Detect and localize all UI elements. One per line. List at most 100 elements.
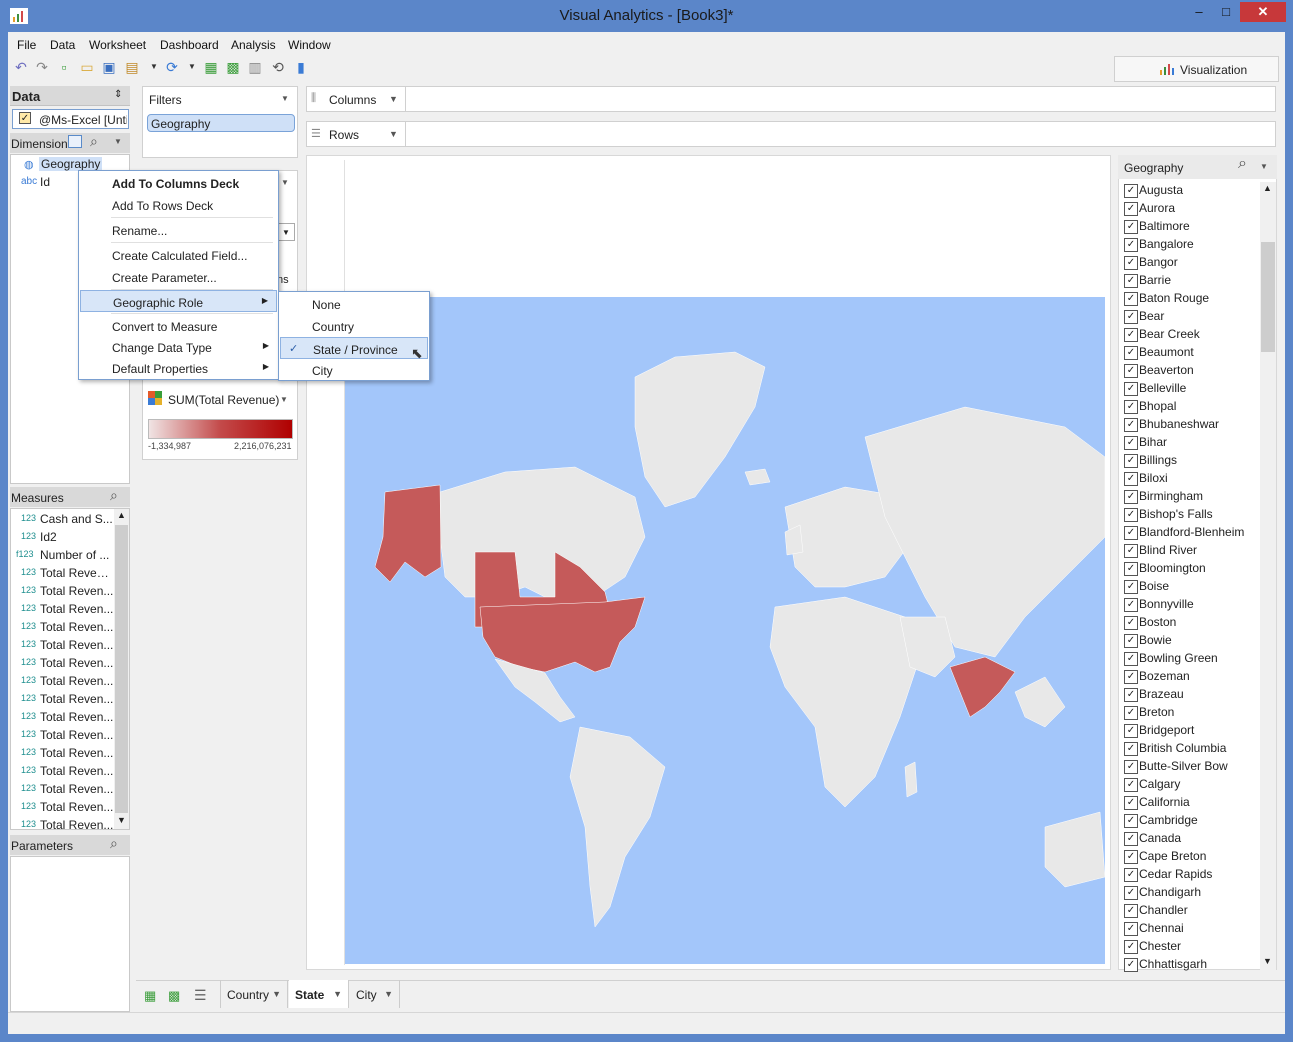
geography-filter-item[interactable]: ✓ Biloxi <box>1124 470 1256 488</box>
measure-item[interactable]: 123 Total Reven... <box>11 600 115 618</box>
menu-geographic-role[interactable]: Geographic Role ▶ <box>80 290 277 312</box>
measure-item[interactable]: 123 Total Reven... <box>11 798 115 816</box>
menu-create-parameter[interactable]: Create Parameter... <box>80 266 277 288</box>
checkbox-icon[interactable]: ✓ <box>1124 850 1138 864</box>
search-icon[interactable]: ⌕ <box>1238 155 1247 173</box>
geography-filter-item[interactable]: ✓ Chhattisgarh <box>1124 956 1256 974</box>
datasource-icon[interactable]: ▤ <box>123 58 141 76</box>
menu-window[interactable]: Window <box>288 38 331 52</box>
measure-item[interactable]: 123 Total Reven... <box>11 618 115 636</box>
search-icon[interactable]: ⌕ <box>90 133 98 150</box>
tab-state[interactable]: State ▼ <box>289 980 349 1008</box>
dropdown-arrow-icon[interactable]: ▼ <box>333 989 342 999</box>
geography-filter-item[interactable]: ✓ Blind River <box>1124 542 1256 560</box>
menu-default-properties[interactable]: Default Properties ▶ <box>80 357 277 379</box>
checkbox-icon[interactable]: ✓ <box>1124 274 1138 288</box>
measure-item[interactable]: 123 Total Reven... <box>11 582 115 600</box>
geography-filter-item[interactable]: ✓ Bangalore <box>1124 236 1256 254</box>
measure-item[interactable]: 123 Total Revenue <box>11 564 115 582</box>
geography-filter-item[interactable]: ✓ Birmingham <box>1124 488 1256 506</box>
maximize-button[interactable]: □ <box>1213 2 1239 22</box>
geography-filter-item[interactable]: ✓ Cedar Rapids <box>1124 866 1256 884</box>
geography-filter-item[interactable]: ✓ Bonnyville <box>1124 596 1256 614</box>
checkbox-icon[interactable]: ✓ <box>1124 886 1138 900</box>
checkbox-icon[interactable]: ✓ <box>1124 616 1138 630</box>
new-worksheet-icon[interactable]: ▦ <box>144 988 156 1004</box>
geography-filter-item[interactable]: ✓ Belleville <box>1124 380 1256 398</box>
checkbox-icon[interactable]: ✓ <box>1124 580 1138 594</box>
dropdown-arrow-icon[interactable]: ▼ <box>183 58 201 76</box>
geography-filter-item[interactable]: ✓ Billings <box>1124 452 1256 470</box>
role-state-province[interactable]: ✓ State / Province ⬉ <box>280 337 428 361</box>
checkbox-icon[interactable]: ✓ <box>1124 184 1138 198</box>
rows-shelf[interactable]: ☰ Rows ▼ <box>306 121 1276 147</box>
geography-filter-item[interactable]: ✓ Bhopal <box>1124 398 1256 416</box>
undo-icon[interactable]: ↶ <box>12 58 30 76</box>
checkbox-icon[interactable]: ✓ <box>1124 544 1138 558</box>
checkbox-icon[interactable]: ✓ <box>1124 742 1138 756</box>
checkbox-icon[interactable]: ✓ <box>1124 634 1138 648</box>
swap-icon[interactable]: ⟲ <box>269 58 287 76</box>
checkbox-icon[interactable]: ✓ <box>1124 598 1138 612</box>
geography-filter-item[interactable]: ✓ Beaumont <box>1124 344 1256 362</box>
tab-city[interactable]: City ▼ <box>350 980 400 1008</box>
scroll-up-icon[interactable]: ▲ <box>1263 183 1272 193</box>
measure-item[interactable]: 123 Total Reven... <box>11 726 115 744</box>
menu-rename[interactable]: Rename... <box>80 219 277 241</box>
sort-arrows-icon[interactable]: ⇕ <box>114 89 122 100</box>
measure-item[interactable]: 123 Total Reven... <box>11 654 115 672</box>
new-worksheet-icon[interactable]: ▦ <box>202 58 220 76</box>
menu-dashboard[interactable]: Dashboard <box>160 38 219 52</box>
measure-item[interactable]: 123 Total Reven... <box>11 744 115 762</box>
checkbox-icon[interactable]: ✓ <box>1124 706 1138 720</box>
tab-country[interactable]: Country ▼ <box>220 980 288 1008</box>
checkbox-icon[interactable]: ✓ <box>1124 670 1138 684</box>
checkbox-icon[interactable]: ✓ <box>1124 220 1138 234</box>
geography-filter-item[interactable]: ✓ Bear <box>1124 308 1256 326</box>
checkbox-icon[interactable]: ✓ <box>1124 256 1138 270</box>
sheet-list-icon[interactable]: ☰ <box>194 987 207 1004</box>
dropdown-arrow-icon[interactable]: ▼ <box>1260 162 1268 171</box>
checkbox-icon[interactable]: ✓ <box>1124 382 1138 396</box>
checkbox-icon[interactable]: ✓ <box>1124 958 1138 972</box>
dropdown-arrow-icon[interactable]: ▼ <box>389 129 398 139</box>
checkbox-icon[interactable]: ✓ <box>1124 310 1138 324</box>
dropdown-arrow-icon[interactable]: ▼ <box>114 137 122 146</box>
scroll-up-icon[interactable]: ▲ <box>117 510 126 520</box>
close-button[interactable]: ✕ <box>1240 2 1286 22</box>
scroll-down-icon[interactable]: ▼ <box>1263 956 1272 966</box>
geography-filter-item[interactable]: ✓ Breton <box>1124 704 1256 722</box>
scroll-down-icon[interactable]: ▼ <box>117 815 126 825</box>
geography-filter-item[interactable]: ✓ Boston <box>1124 614 1256 632</box>
geography-filter-item[interactable]: ✓ Beaverton <box>1124 362 1256 380</box>
role-none[interactable]: None <box>280 293 428 315</box>
geography-filter-item[interactable]: ✓ California <box>1124 794 1256 812</box>
checkbox-icon[interactable]: ✓ <box>1124 202 1138 216</box>
geography-filter-item[interactable]: ✓ Bowie <box>1124 632 1256 650</box>
measure-item[interactable]: 123 Total Reven... <box>11 780 115 798</box>
checkbox-icon[interactable]: ✓ <box>1124 472 1138 486</box>
geography-filter-item[interactable]: ✓ Canada <box>1124 830 1256 848</box>
geography-filter-item[interactable]: ✓ Bloomington <box>1124 560 1256 578</box>
search-icon[interactable]: ⌕ <box>110 487 118 504</box>
checkbox-icon[interactable]: ✓ <box>1124 364 1138 378</box>
measure-item[interactable]: 123 Total Reven... <box>11 690 115 708</box>
checkbox-icon[interactable]: ✓ <box>1124 328 1138 342</box>
world-map[interactable] <box>345 297 1105 964</box>
measure-item[interactable]: 123 Total Reven... <box>11 762 115 780</box>
table-icon[interactable] <box>68 135 82 148</box>
sort-icon[interactable]: ▮ <box>292 58 310 76</box>
geography-filter-item[interactable]: ✓ Bhubaneshwar <box>1124 416 1256 434</box>
checkbox-icon[interactable]: ✓ <box>1124 904 1138 918</box>
checkbox-icon[interactable]: ✓ <box>1124 292 1138 306</box>
new-icon[interactable]: ▫ <box>55 58 73 76</box>
menu-add-to-columns[interactable]: Add To Columns Deck <box>80 172 277 194</box>
measure-item[interactable]: 123 Total Reven... <box>11 816 115 829</box>
dropdown-arrow-icon[interactable]: ▼ <box>280 395 288 404</box>
menu-change-data-type[interactable]: Change Data Type ▶ <box>80 336 277 358</box>
checkbox-icon[interactable]: ✓ <box>1124 508 1138 522</box>
menu-convert-to-measure[interactable]: Convert to Measure <box>80 315 277 337</box>
checkbox-icon[interactable]: ✓ <box>1124 652 1138 666</box>
new-dashboard-icon[interactable]: ▩ <box>224 58 242 76</box>
columns-shelf[interactable]: ⫼ Columns ▼ <box>306 86 1276 112</box>
